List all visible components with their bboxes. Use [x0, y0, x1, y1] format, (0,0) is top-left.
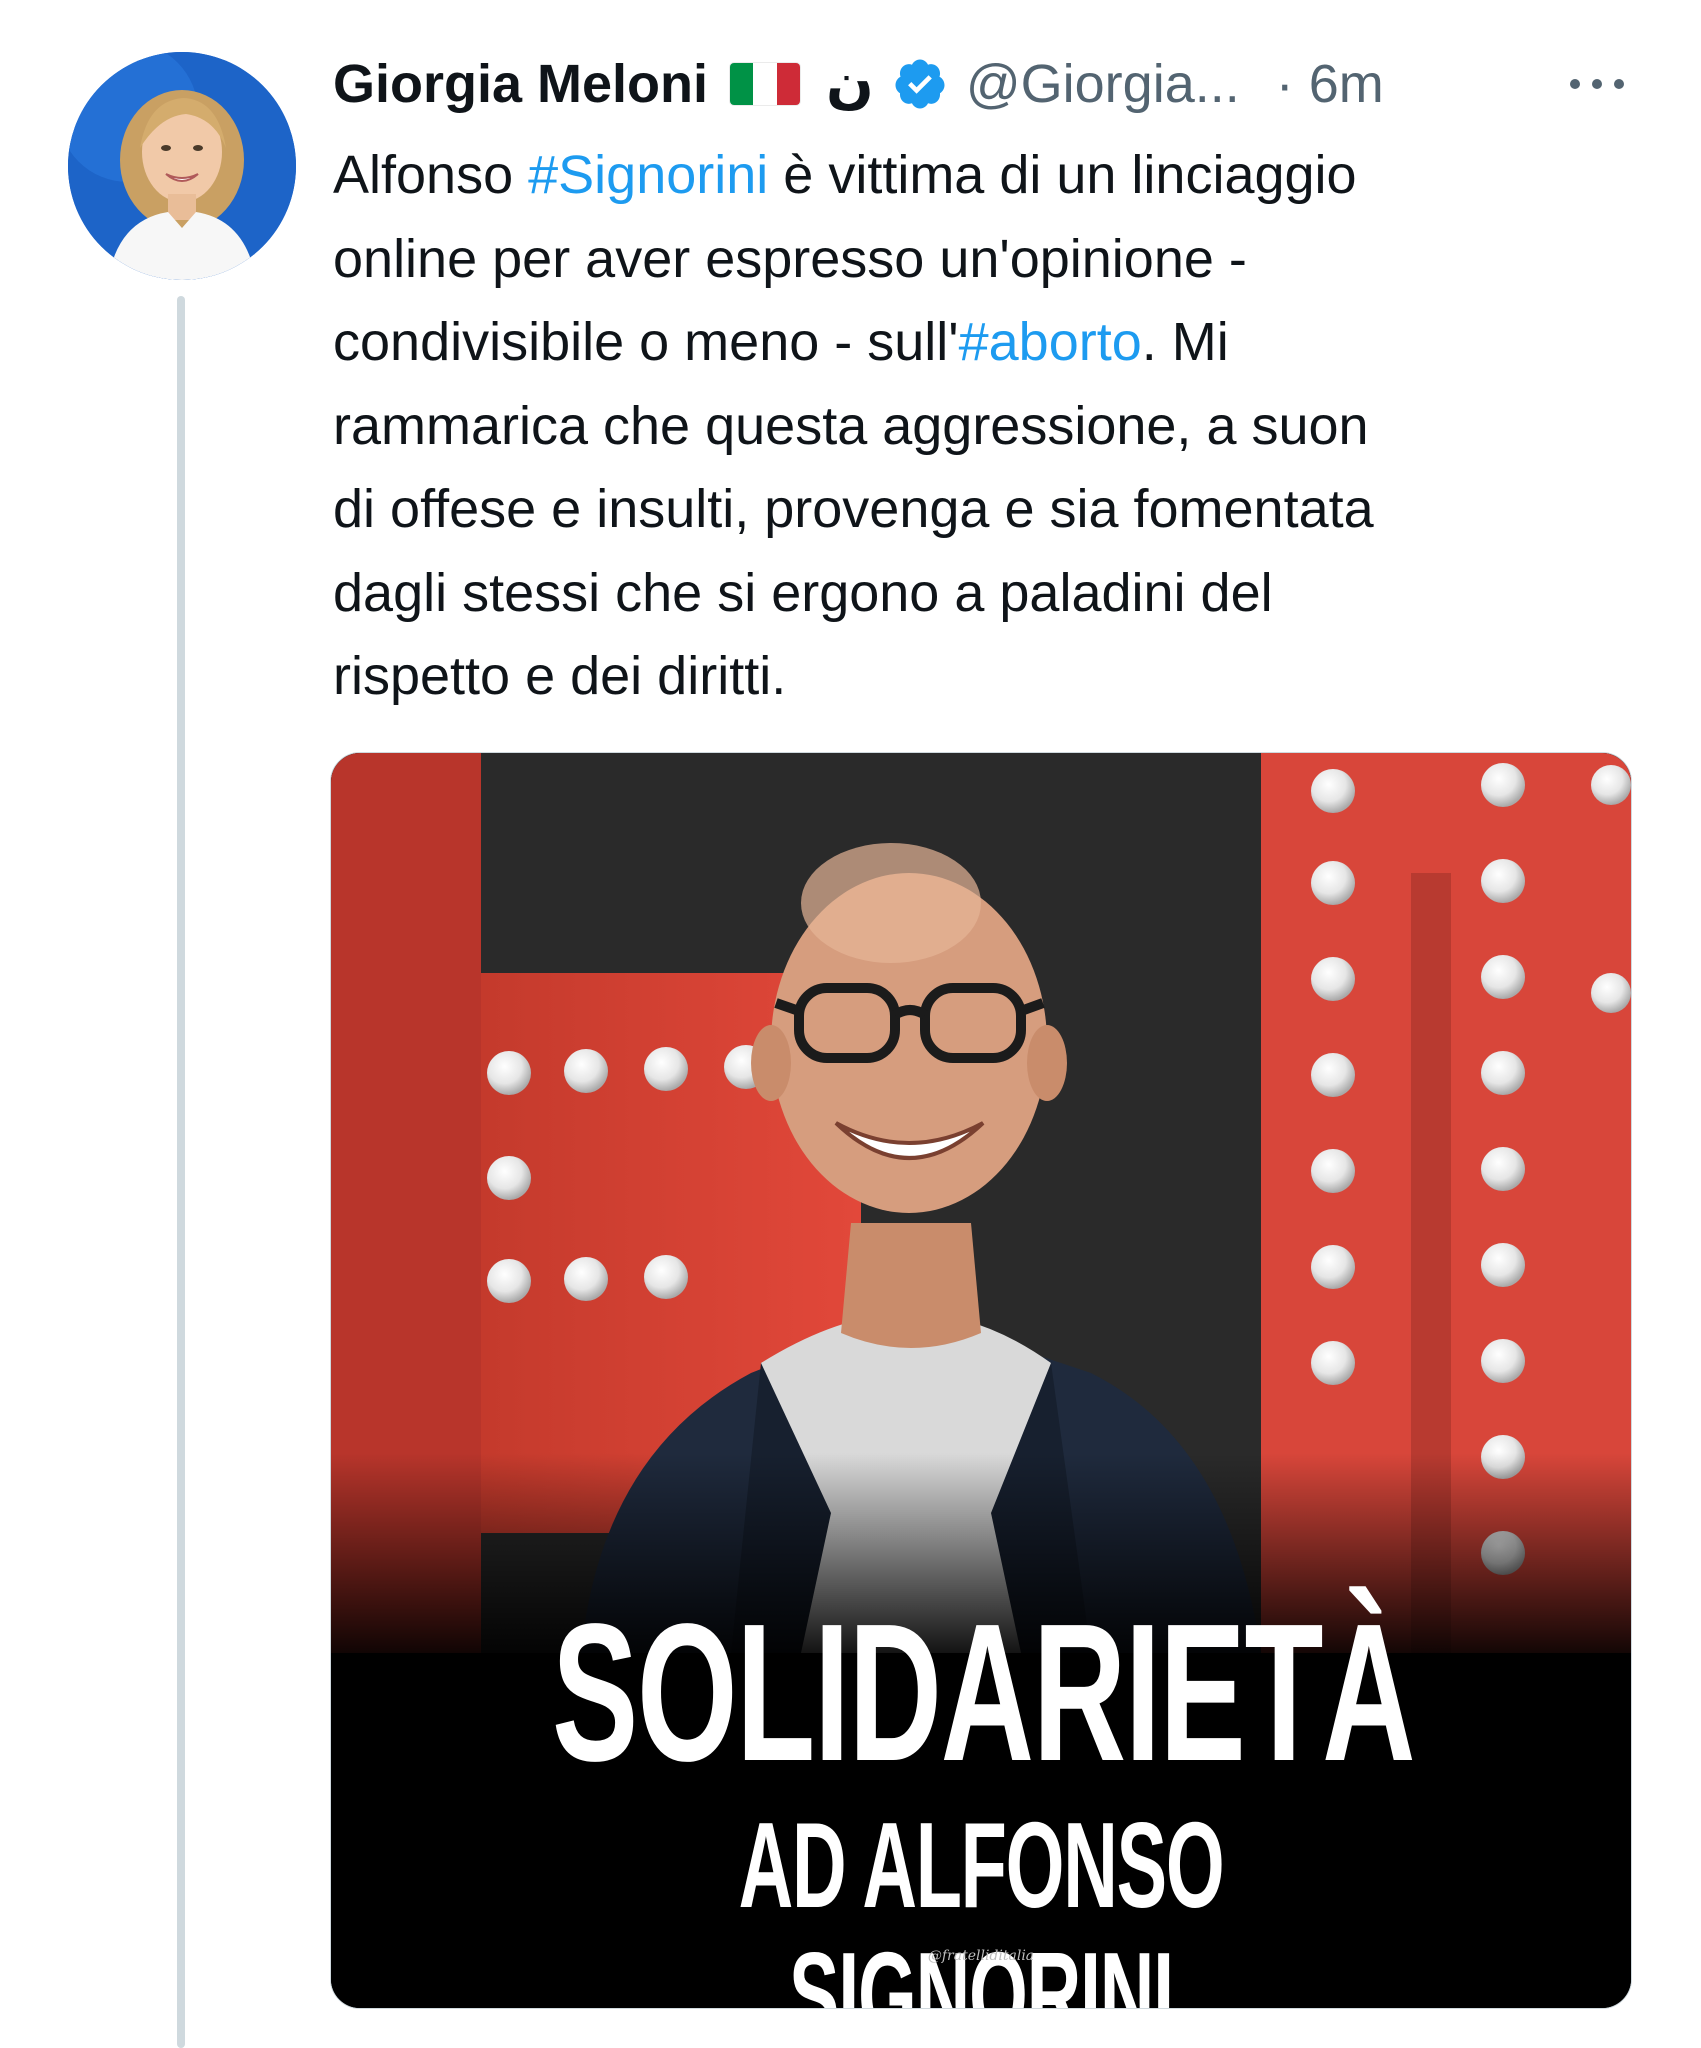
- tweet-text-line: online per aver espresso un'opinione -: [333, 218, 1633, 302]
- tweet-text-segment: . Mi: [1141, 312, 1229, 372]
- thread-line: [177, 296, 185, 2048]
- tweet-header: Giorgia Meloni ن @Giorgia... · 6m: [333, 48, 1633, 120]
- author-handle[interactable]: @Giorgia...: [966, 48, 1240, 120]
- tweet-text-line: rispetto e dei diritti.: [333, 635, 1633, 719]
- more-options-icon[interactable]: [1561, 48, 1633, 120]
- name-glyph: ن: [826, 51, 874, 116]
- tweet-text-line: rammarica che questa aggressione, a suon: [333, 385, 1633, 469]
- hashtag-link[interactable]: #aborto: [959, 312, 1142, 372]
- tweet-timestamp[interactable]: · 6m: [1276, 48, 1384, 120]
- italy-flag-icon: [730, 63, 801, 105]
- tweet-text-line: dagli stessi che si ergono a paladini de…: [333, 552, 1633, 636]
- tweet-media-image[interactable]: SOLIDARIETÀ AD ALFONSO SIGNORINI @fratel…: [330, 752, 1632, 2009]
- media-headline: SOLIDARIETÀ: [552, 1583, 1416, 1802]
- avatar-image: [68, 52, 296, 280]
- avatar[interactable]: [68, 52, 296, 280]
- tweet-text-segment: condivisibile o meno - sull': [333, 312, 959, 372]
- tweet-text-segment: rispetto e dei diritti.: [333, 646, 787, 706]
- tweet-text-segment: Alfonso: [333, 145, 529, 205]
- media-watermark: @fratelliditalia: [927, 1948, 1035, 1964]
- tweet-text-segment: dagli stessi che si ergono a paladini de…: [333, 562, 1273, 623]
- tweet-text-line: Alfonso #Signorini è vittima di un linci…: [333, 134, 1633, 218]
- tweet-text-segment: è vittima di un linciaggio: [768, 145, 1357, 205]
- tweet-text-segment: di offese e insulti, provenga e sia fome…: [333, 479, 1374, 539]
- verified-badge-icon[interactable]: [892, 56, 948, 112]
- tweet-text-line: di offese e insulti, provenga e sia fome…: [333, 468, 1633, 552]
- hashtag-link[interactable]: #Signorini: [528, 145, 768, 205]
- tweet-text-line: condivisibile o meno - sull'#aborto. Mi: [333, 301, 1633, 385]
- tweet-text-segment: rammarica che questa aggressione, a suon: [333, 395, 1369, 456]
- tweet-text-segment: online per aver espresso un'opinione -: [333, 228, 1247, 289]
- media-subheadline: AD ALFONSO SIGNORINI: [738, 1797, 1225, 2009]
- tweet-text: Alfonso #Signorini è vittima di un linci…: [333, 134, 1633, 719]
- author-name[interactable]: Giorgia Meloni: [333, 48, 708, 120]
